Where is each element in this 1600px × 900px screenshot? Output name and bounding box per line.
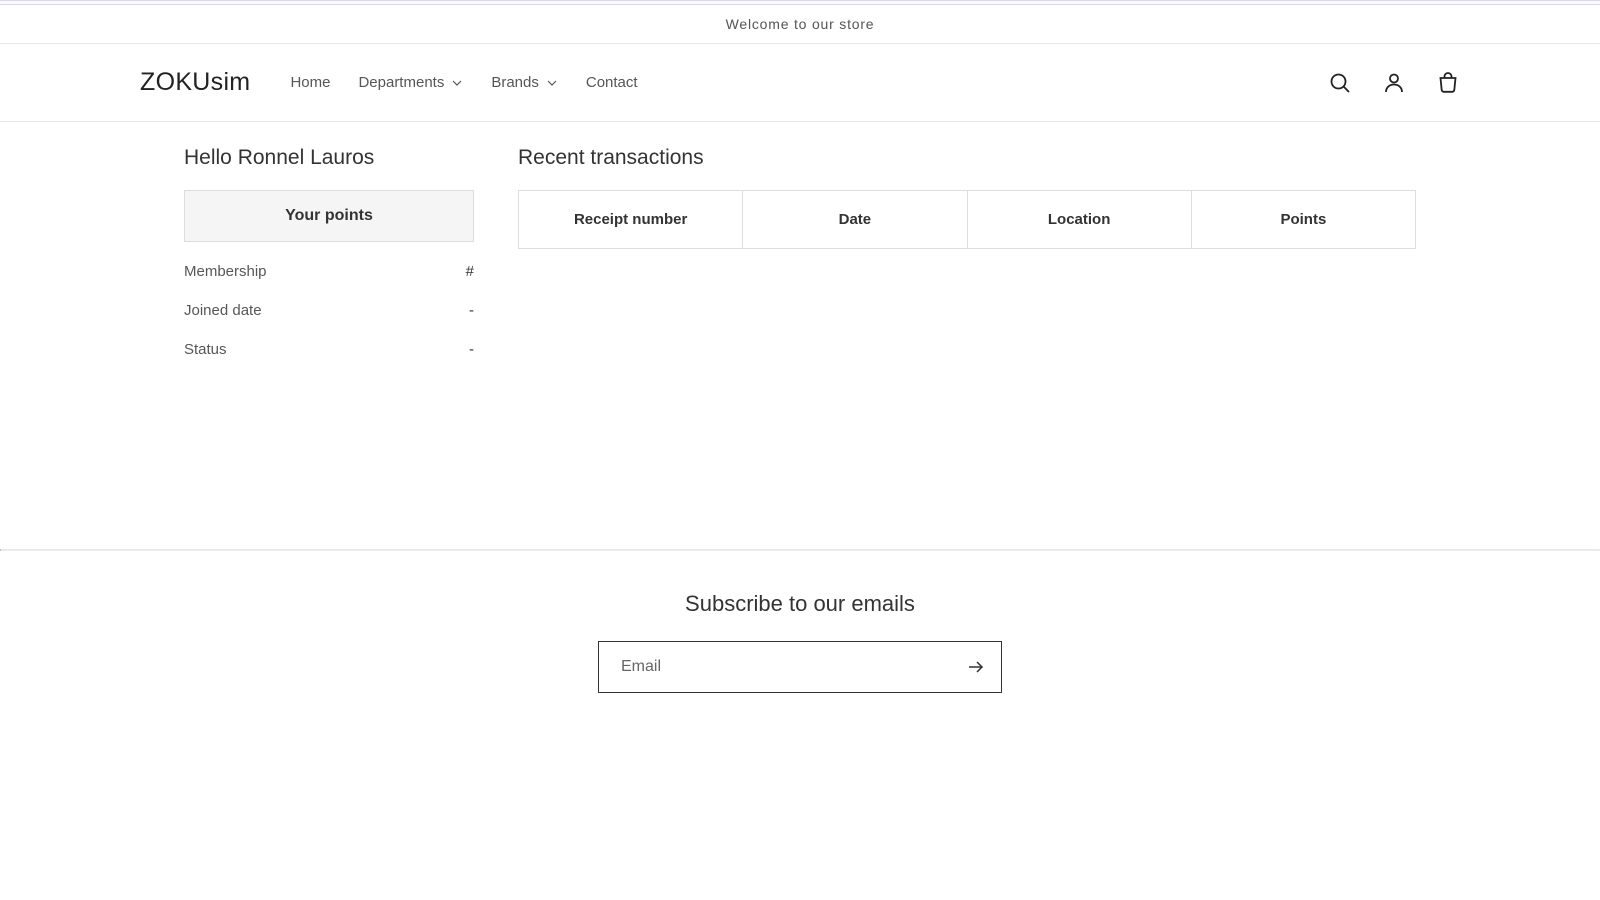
points-box: Your points: [184, 190, 474, 242]
status-value: -: [469, 341, 474, 358]
transactions-table: Receipt number Date Location Points: [518, 190, 1416, 249]
membership-row: Membership #: [184, 252, 474, 291]
nav-home[interactable]: Home: [290, 74, 330, 91]
newsletter-title: Subscribe to our emails: [0, 591, 1600, 617]
membership-label: Membership: [184, 263, 267, 280]
table-header-row: Receipt number Date Location Points: [519, 191, 1416, 249]
chevron-down-icon: [451, 77, 463, 89]
header-icons: [1328, 71, 1460, 95]
status-row: Status -: [184, 330, 474, 369]
main-navigation: Home Departments Brands Contact: [290, 74, 1328, 91]
column-date: Date: [743, 191, 967, 249]
transactions-title: Recent transactions: [518, 146, 1416, 170]
chevron-down-icon: [546, 77, 558, 89]
nav-home-label: Home: [290, 74, 330, 91]
nav-contact[interactable]: Contact: [586, 74, 638, 91]
email-input[interactable]: [599, 642, 951, 692]
site-header: ZOKUsim Home Departments Brands Contact: [0, 44, 1600, 122]
announcement-bar: Welcome to our store: [0, 5, 1600, 44]
status-label: Status: [184, 341, 227, 358]
account-icon[interactable]: [1382, 71, 1406, 95]
joined-date-value: -: [469, 302, 474, 319]
membership-value: #: [466, 263, 474, 280]
cart-icon[interactable]: [1436, 71, 1460, 95]
site-footer: Subscribe to our emails: [0, 551, 1600, 733]
account-sidebar: Hello Ronnel Lauros Your points Membersh…: [184, 146, 474, 369]
site-logo[interactable]: ZOKUsim: [140, 68, 250, 97]
greeting-text: Hello Ronnel Lauros: [184, 146, 474, 170]
column-location: Location: [967, 191, 1191, 249]
nav-contact-label: Contact: [586, 74, 638, 91]
nav-brands[interactable]: Brands: [491, 74, 558, 91]
email-subscribe-form: [598, 641, 1002, 693]
joined-date-row: Joined date -: [184, 291, 474, 330]
joined-date-label: Joined date: [184, 302, 262, 319]
points-label: Your points: [285, 207, 373, 224]
main-content: Hello Ronnel Lauros Your points Membersh…: [0, 122, 1600, 549]
nav-brands-label: Brands: [491, 74, 539, 91]
nav-departments-label: Departments: [358, 74, 444, 91]
arrow-right-icon: [966, 657, 986, 677]
column-receipt: Receipt number: [519, 191, 743, 249]
announcement-text: Welcome to our store: [726, 16, 875, 32]
column-points: Points: [1191, 191, 1415, 249]
nav-departments[interactable]: Departments: [358, 74, 463, 91]
email-submit-button[interactable]: [951, 642, 1001, 692]
transactions-section: Recent transactions Receipt number Date …: [518, 146, 1416, 369]
search-icon[interactable]: [1328, 71, 1352, 95]
